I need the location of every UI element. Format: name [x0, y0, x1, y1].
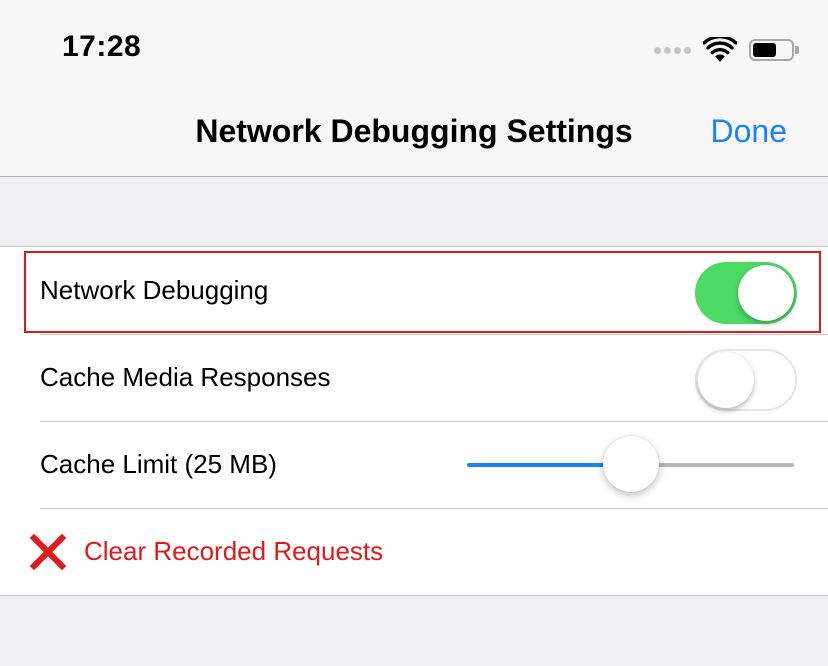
battery-level: [753, 43, 776, 57]
wifi-icon: [703, 37, 737, 62]
toggle-knob: [698, 352, 754, 408]
status-icons: [654, 36, 799, 64]
cache-media-toggle[interactable]: [695, 349, 797, 411]
x-mark-icon: [30, 534, 66, 570]
network-debugging-row: Network Debugging: [0, 247, 828, 334]
network-debugging-label: Network Debugging: [40, 275, 269, 305]
done-button[interactable]: Done: [711, 113, 788, 150]
battery-icon: [749, 39, 799, 61]
cache-limit-label: Cache Limit (25 MB): [40, 449, 277, 479]
settings-screen: 17:28 Network Debugging Settings Done Ne…: [0, 0, 828, 666]
slider-thumb[interactable]: [602, 436, 659, 492]
cellular-signal-icon: [654, 46, 691, 54]
network-debugging-toggle[interactable]: [695, 262, 797, 324]
status-time: 17:28: [62, 30, 142, 63]
top-bar: 17:28 Network Debugging Settings Done: [0, 0, 828, 177]
toggle-knob: [738, 265, 794, 321]
settings-table: Network Debugging Cache Media Responses …: [0, 246, 828, 596]
cache-limit-row: Cache Limit (25 MB): [0, 421, 828, 508]
cache-limit-slider[interactable]: [467, 421, 794, 508]
page-title: Network Debugging Settings: [195, 113, 633, 149]
clear-recorded-requests-button[interactable]: Clear Recorded Requests: [0, 508, 828, 595]
clear-recorded-requests-label: Clear Recorded Requests: [84, 536, 384, 566]
cache-media-label: Cache Media Responses: [40, 362, 331, 392]
cache-media-row: Cache Media Responses: [0, 334, 828, 421]
